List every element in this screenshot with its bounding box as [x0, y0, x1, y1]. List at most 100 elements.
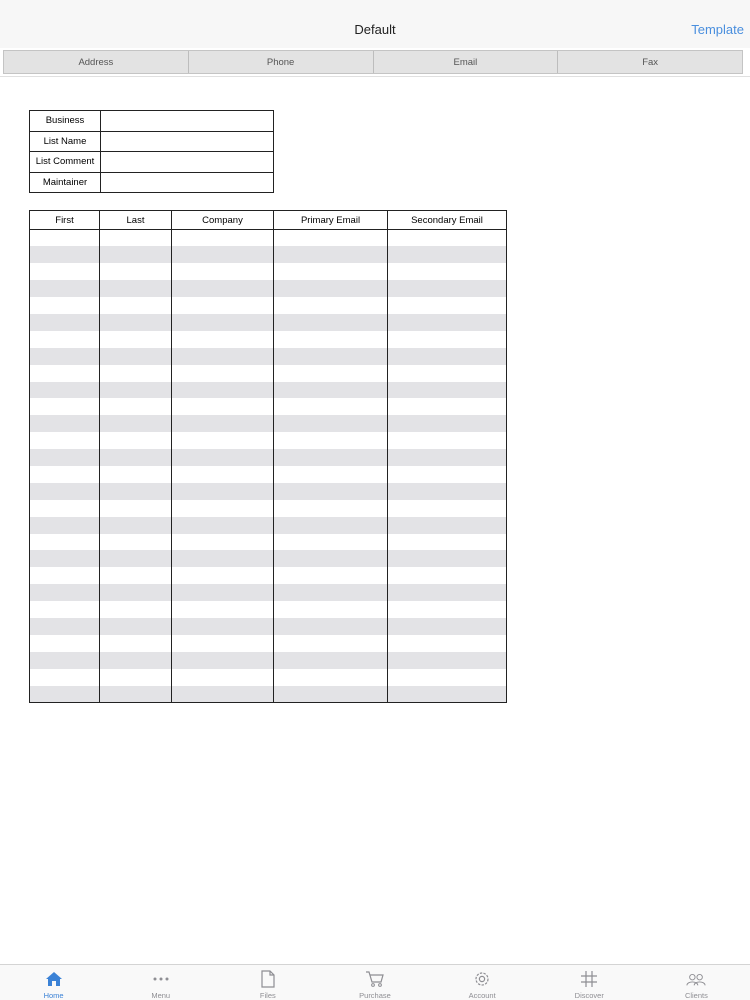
table-cell[interactable]	[99, 347, 172, 365]
tab-menu[interactable]: Menu	[107, 965, 214, 1000]
table-cell[interactable]	[387, 246, 507, 264]
table-cell[interactable]	[29, 617, 100, 635]
table-cell[interactable]	[273, 499, 388, 517]
table-cell[interactable]	[273, 465, 388, 483]
table-cell[interactable]	[99, 617, 172, 635]
list-name-field[interactable]	[100, 130, 274, 152]
table-cell[interactable]	[387, 297, 507, 314]
table-cell[interactable]	[29, 263, 100, 281]
table-cell[interactable]	[171, 246, 274, 264]
table-cell[interactable]	[29, 280, 100, 298]
table-cell[interactable]	[387, 516, 507, 534]
table-cell[interactable]	[29, 297, 100, 314]
table-cell[interactable]	[99, 584, 172, 602]
table-cell[interactable]	[99, 499, 172, 517]
business-field[interactable]	[100, 110, 274, 132]
table-cell[interactable]	[99, 398, 172, 416]
table-cell[interactable]	[273, 601, 388, 618]
table-cell[interactable]	[273, 415, 388, 433]
table-cell[interactable]	[171, 516, 274, 534]
table-cell[interactable]	[99, 601, 172, 618]
table-cell[interactable]	[99, 229, 172, 247]
table-cell[interactable]	[171, 364, 274, 382]
table-cell[interactable]	[99, 651, 172, 669]
table-cell[interactable]	[29, 550, 100, 568]
tab-account[interactable]: Account	[429, 965, 536, 1000]
table-cell[interactable]	[99, 668, 172, 686]
table-cell[interactable]	[29, 567, 100, 585]
table-cell[interactable]	[387, 651, 507, 669]
table-cell[interactable]	[99, 313, 172, 331]
table-cell[interactable]	[29, 685, 100, 703]
table-cell[interactable]	[99, 567, 172, 585]
table-cell[interactable]	[273, 449, 388, 466]
table-cell[interactable]	[171, 449, 274, 466]
table-cell[interactable]	[273, 364, 388, 382]
table-cell[interactable]	[29, 381, 100, 399]
table-cell[interactable]	[171, 297, 274, 314]
table-cell[interactable]	[273, 634, 388, 652]
table-cell[interactable]	[29, 533, 100, 551]
table-cell[interactable]	[273, 685, 388, 703]
table-cell[interactable]	[171, 601, 274, 618]
table-cell[interactable]	[273, 432, 388, 450]
table-cell[interactable]	[273, 229, 388, 247]
table-cell[interactable]	[99, 432, 172, 450]
table-cell[interactable]	[29, 449, 100, 466]
table-cell[interactable]	[273, 567, 388, 585]
list-comment-field[interactable]	[100, 151, 274, 173]
tab-files[interactable]: Files	[214, 965, 321, 1000]
table-cell[interactable]	[273, 516, 388, 534]
table-cell[interactable]	[99, 330, 172, 348]
table-cell[interactable]	[171, 634, 274, 652]
table-cell[interactable]	[99, 685, 172, 703]
table-cell[interactable]	[387, 415, 507, 433]
table-cell[interactable]	[273, 263, 388, 281]
table-cell[interactable]	[387, 685, 507, 703]
template-button[interactable]: Template	[691, 22, 744, 37]
table-cell[interactable]	[387, 347, 507, 365]
table-cell[interactable]	[29, 668, 100, 686]
table-cell[interactable]	[171, 280, 274, 298]
table-cell[interactable]	[273, 482, 388, 500]
table-cell[interactable]	[273, 330, 388, 348]
table-cell[interactable]	[273, 651, 388, 669]
table-cell[interactable]	[387, 567, 507, 585]
table-cell[interactable]	[29, 499, 100, 517]
table-cell[interactable]	[171, 533, 274, 551]
table-cell[interactable]	[99, 246, 172, 264]
table-cell[interactable]	[29, 415, 100, 433]
segment-email[interactable]: Email	[373, 51, 558, 73]
table-cell[interactable]	[99, 364, 172, 382]
table-cell[interactable]	[99, 415, 172, 433]
table-cell[interactable]	[273, 347, 388, 365]
table-cell[interactable]	[387, 313, 507, 331]
table-cell[interactable]	[387, 432, 507, 450]
table-cell[interactable]	[99, 516, 172, 534]
table-cell[interactable]	[29, 482, 100, 500]
table-cell[interactable]	[387, 364, 507, 382]
table-cell[interactable]	[99, 263, 172, 281]
table-cell[interactable]	[387, 465, 507, 483]
table-cell[interactable]	[387, 482, 507, 500]
table-cell[interactable]	[273, 381, 388, 399]
table-cell[interactable]	[273, 313, 388, 331]
table-cell[interactable]	[387, 398, 507, 416]
table-cell[interactable]	[99, 634, 172, 652]
table-cell[interactable]	[29, 584, 100, 602]
table-cell[interactable]	[29, 601, 100, 618]
table-cell[interactable]	[387, 229, 507, 247]
table-cell[interactable]	[171, 347, 274, 365]
segment-phone[interactable]: Phone	[188, 51, 373, 73]
table-cell[interactable]	[273, 617, 388, 635]
table-cell[interactable]	[99, 381, 172, 399]
table-cell[interactable]	[171, 313, 274, 331]
table-cell[interactable]	[99, 550, 172, 568]
table-cell[interactable]	[273, 246, 388, 264]
table-cell[interactable]	[29, 398, 100, 416]
table-cell[interactable]	[99, 280, 172, 298]
table-cell[interactable]	[171, 398, 274, 416]
table-cell[interactable]	[171, 567, 274, 585]
table-cell[interactable]	[99, 533, 172, 551]
table-cell[interactable]	[273, 550, 388, 568]
